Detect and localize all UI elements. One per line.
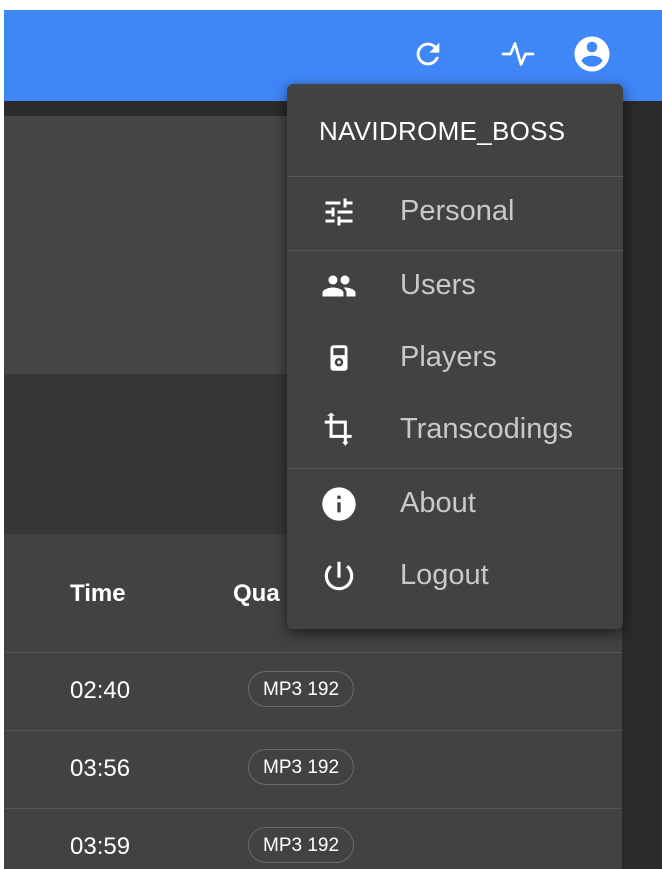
menu-item-label: Personal <box>400 195 515 227</box>
track-duration: 03:59 <box>70 833 131 860</box>
quality-chip: MP3 192 <box>248 827 355 863</box>
menu-item-label: Players <box>400 341 497 373</box>
column-header-time[interactable]: Time <box>70 580 126 608</box>
power-icon <box>319 558 359 594</box>
activity-icon <box>501 42 535 66</box>
user-menu-header: NAVIDROME_BOSS <box>287 84 623 176</box>
menu-item-label: Users <box>400 269 476 301</box>
page-margin <box>622 101 662 869</box>
player-device-icon <box>319 340 359 376</box>
account-button[interactable] <box>570 32 614 76</box>
album-details-panel <box>4 116 304 374</box>
refresh-button[interactable] <box>406 32 450 76</box>
track-duration: 02:40 <box>70 677 131 704</box>
tune-icon <box>319 194 359 230</box>
menu-item-personal[interactable]: Personal <box>287 176 623 248</box>
menu-item-label: Logout <box>400 559 489 591</box>
menu-item-transcodings[interactable]: Transcodings <box>287 394 623 466</box>
quality-chip: MP3 192 <box>248 749 355 785</box>
account-circle-icon <box>574 36 610 72</box>
menu-item-logout[interactable]: Logout <box>287 540 623 612</box>
activity-button[interactable] <box>496 32 540 76</box>
album-actions-panel <box>4 374 304 534</box>
user-menu: NAVIDROME_BOSS Personal Users Players Tr… <box>287 84 623 629</box>
username: NAVIDROME_BOSS <box>319 116 566 146</box>
crop-transcode-icon <box>319 412 359 448</box>
quality-chip: MP3 192 <box>248 671 355 707</box>
track-duration: 03:56 <box>70 755 131 782</box>
menu-item-users[interactable]: Users <box>287 250 623 322</box>
menu-item-label: Transcodings <box>400 413 574 445</box>
menu-item-players[interactable]: Players <box>287 322 623 394</box>
people-icon <box>319 268 359 304</box>
menu-item-about[interactable]: About <box>287 468 623 540</box>
menu-item-label: About <box>400 487 476 519</box>
info-icon <box>319 486 359 522</box>
refresh-icon <box>416 42 440 66</box>
table-row[interactable]: 02:40 MP3 192 <box>4 652 622 731</box>
table-row[interactable]: 03:56 MP3 192 <box>4 730 622 809</box>
table-row[interactable]: 03:59 MP3 192 <box>4 808 622 869</box>
column-header-quality[interactable]: Qua <box>233 580 280 608</box>
